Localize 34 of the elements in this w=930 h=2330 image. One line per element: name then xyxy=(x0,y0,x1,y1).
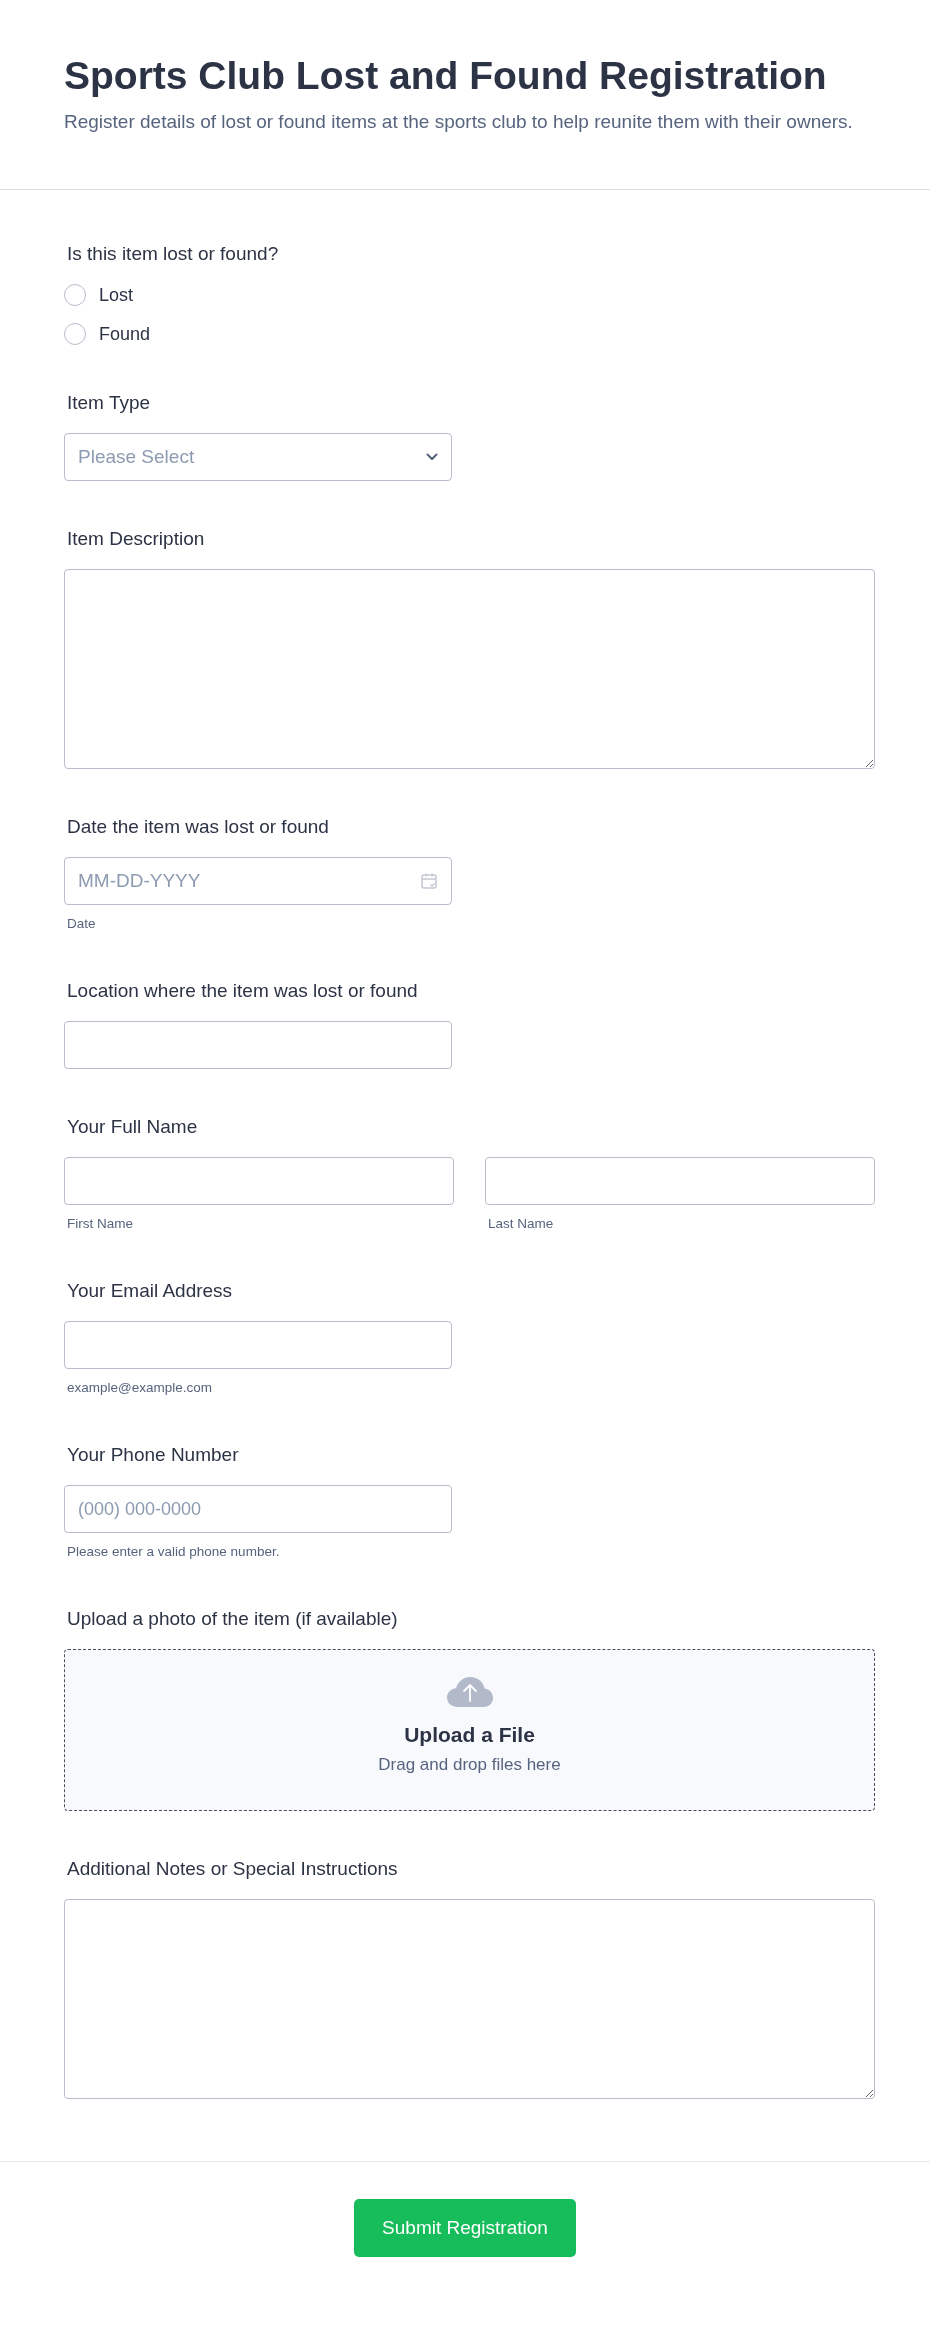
form-title: Sports Club Lost and Found Registration xyxy=(64,53,828,99)
field-label: Your Email Address xyxy=(67,1279,234,1303)
form-description: Register details of lost or found items at the sports club to help reunite them with their owners. xyxy=(64,110,854,134)
field-sublabel: Date xyxy=(67,915,97,933)
upload-hint: Drag and drop files here xyxy=(378,1754,561,1776)
radio-label[interactable]: Lost xyxy=(99,284,134,306)
radio-label[interactable]: Found xyxy=(99,323,151,345)
text-area[interactable] xyxy=(64,1899,875,2099)
chevron-down-icon xyxy=(426,453,438,461)
text-area[interactable] xyxy=(64,569,875,769)
field-sublabel: Please enter a valid phone number. xyxy=(67,1543,281,1561)
text-field[interactable] xyxy=(64,1021,452,1069)
text-field[interactable]: (000) 000-0000 xyxy=(64,1485,452,1533)
field-sublabel: Last Name xyxy=(488,1215,555,1233)
field-sublabel: First Name xyxy=(67,1215,134,1233)
field-label: Date the item was lost or found xyxy=(67,815,330,839)
field-label: Location where the item was lost or found xyxy=(67,979,419,1003)
upload-title: Upload a File xyxy=(404,1722,535,1748)
field-label: Your Phone Number xyxy=(67,1443,240,1467)
field-label: Additional Notes or Special Instructions xyxy=(67,1857,399,1881)
upload-dropzone[interactable]: Upload a File Drag and drop files here xyxy=(64,1649,875,1811)
field-label: Upload a photo of the item (if available) xyxy=(67,1607,399,1631)
radio-button[interactable] xyxy=(64,323,86,345)
field-label: Item Type xyxy=(67,391,152,415)
cloud-upload-icon xyxy=(445,1676,494,1708)
text-field[interactable] xyxy=(64,1321,452,1369)
text-field[interactable] xyxy=(64,1157,454,1205)
calendar-icon xyxy=(420,872,438,890)
field-label: Item Description xyxy=(67,527,206,551)
field-sublabel: example@example.com xyxy=(67,1379,213,1397)
text-field[interactable] xyxy=(485,1157,875,1205)
field-label: Is this item lost or found? xyxy=(67,242,280,266)
field-label: Your Full Name xyxy=(67,1115,199,1139)
radio-button[interactable] xyxy=(64,284,86,306)
